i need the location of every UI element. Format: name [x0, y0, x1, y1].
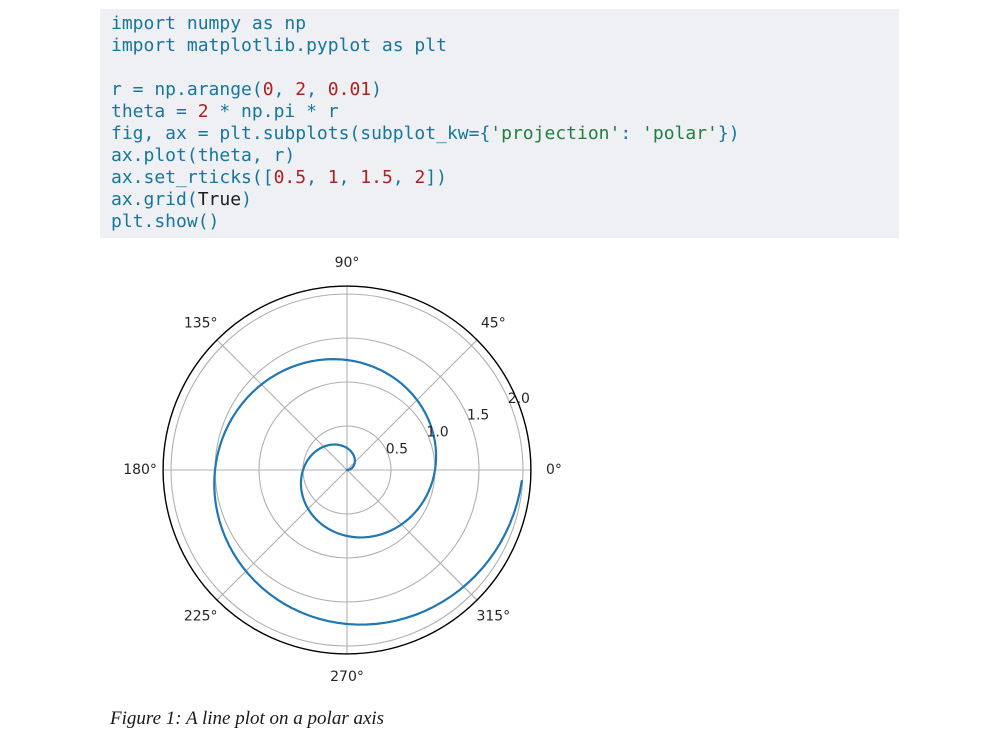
r-tick-label: 2.0: [508, 391, 530, 407]
code-token: ax.set_rticks([: [111, 167, 274, 188]
spiral-line: [214, 359, 521, 624]
theta-tick-label: 45°: [481, 316, 506, 332]
code-token: 1: [328, 167, 339, 188]
theta-tick-label: 225°: [184, 608, 218, 624]
code-token: * np.pi * r: [209, 101, 339, 122]
code-token: import numpy as np: [111, 13, 306, 34]
theta-tick-label: 315°: [476, 608, 510, 624]
theta-tick-label: 135°: [184, 316, 218, 332]
r-tick-label: 1.5: [467, 408, 489, 424]
code-token: theta =: [111, 101, 198, 122]
theta-tick-label: 0°: [546, 462, 562, 478]
code-token: 2: [198, 101, 209, 122]
polar-figure: 0° 45° 90° 135° 180° 225° 270° 315° 0.5 1.0 1.5 2.0: [107, 230, 587, 710]
code-token: 'polar': [642, 123, 718, 144]
code-token: ): [371, 79, 382, 100]
code-token: :: [620, 123, 642, 144]
theta-tick-label: 180°: [123, 462, 157, 478]
code-token: ax.grid(: [111, 189, 198, 210]
polar-chart: 0° 45° 90° 135° 180° 225° 270° 315° 0.5 1.0 1.5 2.0: [107, 230, 587, 710]
code-line: ax.plot(theta, r): [111, 145, 891, 167]
r-tick-label: 0.5: [386, 441, 408, 457]
r-tick-label: 1.0: [426, 424, 448, 440]
code-line: [111, 57, 891, 79]
code-token: fig, ax = plt.subplots(subplot_kw={: [111, 123, 490, 144]
code-token: 2: [295, 79, 306, 100]
r-tick-labels: 0.5 1.0 1.5 2.0: [386, 391, 530, 458]
code-token: 0.5: [274, 167, 307, 188]
code-line: import matplotlib.pyplot as plt: [111, 35, 891, 57]
code-line: theta = 2 * np.pi * r: [111, 101, 891, 123]
code-token: 1.5: [360, 167, 393, 188]
theta-gridline: [217, 470, 347, 600]
code-token: ,: [274, 79, 296, 100]
code-token: import matplotlib.pyplot as plt: [111, 35, 447, 56]
code-line: ax.grid(True): [111, 189, 891, 211]
code-token: 0: [263, 79, 274, 100]
code-token: ,: [306, 79, 328, 100]
code-token: ax.plot(theta, r): [111, 145, 295, 166]
code-token: ,: [339, 167, 361, 188]
code-token: r = np.arange(: [111, 79, 263, 100]
code-token: ): [241, 189, 252, 210]
code-token: plt.show(): [111, 211, 219, 232]
code-line: import numpy as np: [111, 13, 891, 35]
theta-tick-label: 90°: [335, 255, 360, 271]
code-token: 2: [415, 167, 426, 188]
code-token: 'projection': [490, 123, 620, 144]
code-token: ]): [425, 167, 447, 188]
code-line: fig, ax = plt.subplots(subplot_kw={'proj…: [111, 123, 891, 145]
theta-tick-label: 270°: [330, 669, 364, 685]
figure-caption: Figure 1: A line plot on a polar axis: [110, 708, 384, 730]
theta-gridline: [347, 340, 477, 470]
code-token: ,: [306, 167, 328, 188]
code-block: import numpy as npimport matplotlib.pypl…: [100, 9, 899, 238]
code-line: r = np.arange(0, 2, 0.01): [111, 79, 891, 101]
code-token: ,: [393, 167, 415, 188]
code-token: 0.01: [328, 79, 371, 100]
code-token: }): [718, 123, 740, 144]
code-line: ax.set_rticks([0.5, 1, 1.5, 2]): [111, 167, 891, 189]
code-token: True: [198, 189, 241, 210]
theta-gridline: [347, 470, 477, 600]
